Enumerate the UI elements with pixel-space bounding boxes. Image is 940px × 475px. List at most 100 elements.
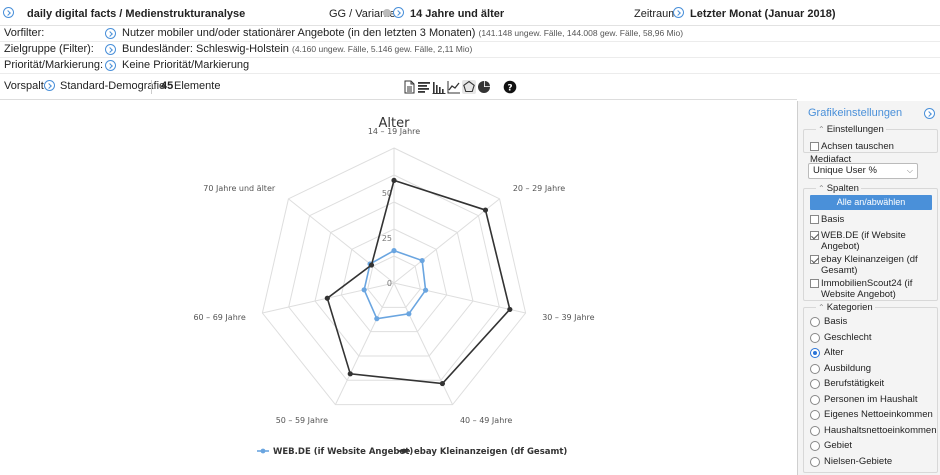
data-point — [507, 306, 513, 313]
spalten-checkbox-label: ImmobilienScout24 (if Website Angebot) — [821, 278, 913, 300]
radar-chart-icon[interactable] — [462, 80, 476, 94]
kategorie-radio[interactable]: Haushaltsnettoeinkommen — [810, 425, 936, 436]
category-label: 70 Jahre und älter — [203, 184, 276, 193]
svg-text:?: ? — [507, 83, 512, 93]
kategorien-legend: Kategorien — [816, 302, 875, 313]
prioritaet-select-icon[interactable] — [105, 60, 116, 71]
vorfilter-row: Vorfilter: Nutzer mobiler und/oder stati… — [0, 26, 940, 42]
mediafact-select[interactable]: Unique User % ⌵ — [808, 163, 918, 179]
vorspalte-select-icon[interactable] — [44, 80, 55, 91]
vorspalte-value: Standard-Demografie — [60, 80, 166, 92]
vorfilter-note: (141.148 ungew. Fälle, 144.008 gew. Fäll… — [478, 28, 684, 38]
legend-marker — [401, 448, 407, 454]
legend-label: ebay Kleinanzeigen (df Gesamt) — [414, 447, 567, 457]
element-count: 45 — [161, 80, 174, 92]
zielgruppe-note: (4.160 ungew. Fälle, 5.146 gew. Fälle, 2… — [292, 44, 473, 54]
line-chart-icon[interactable] — [447, 80, 461, 94]
text-align-icon[interactable] — [417, 80, 431, 94]
kategorie-radio[interactable]: Alter — [810, 347, 844, 358]
zielgruppe-value-wrap: Bundesländer: Schleswig-Holstein (4.160 … — [122, 42, 472, 57]
category-label: 40 – 49 Jahre — [460, 416, 512, 425]
info-icon[interactable] — [383, 9, 391, 17]
toggle-all-button[interactable]: Alle an/abwählen — [810, 195, 932, 210]
achsen-tauschen-box[interactable] — [810, 142, 819, 151]
settings-panel: Grafikeinstellungen Einstellungen Achsen… — [797, 101, 940, 475]
spalten-checkbox-box[interactable] — [810, 279, 819, 288]
data-point — [482, 207, 489, 213]
kategorie-radio-dot[interactable] — [810, 425, 820, 436]
kategorie-radio-dot[interactable] — [810, 317, 820, 327]
zielgruppe-row: Zielgruppe (Filter): Bundesländer: Schle… — [0, 42, 940, 58]
kategorie-radio[interactable]: Ausbildung — [810, 363, 871, 374]
data-point — [347, 371, 353, 377]
kategorie-radio-label: Alter — [824, 347, 844, 358]
kategorie-radio-dot[interactable] — [810, 348, 820, 358]
element-count-label: Elemente — [174, 80, 221, 92]
zeitraum-value: Letzter Monat (Januar 2018) — [690, 8, 836, 20]
divider — [151, 80, 152, 94]
kategorie-radio[interactable]: Basis — [810, 316, 847, 327]
prioritaet-value: Keine Priorität/Markierung — [122, 59, 250, 71]
kategorie-radio-dot[interactable] — [810, 363, 820, 374]
kategorie-radio[interactable]: Berufstätigkeit — [810, 378, 884, 389]
prioritaet-label: Priorität/Markierung: — [4, 59, 104, 71]
category-label: 20 – 29 Jahre — [513, 184, 565, 193]
vorfilter-label: Vorfilter: — [4, 27, 45, 39]
einstellungen-group: Einstellungen Achsen tauschen — [803, 124, 938, 153]
kategorie-radio-dot[interactable] — [810, 394, 820, 405]
category-label: 60 – 69 Jahre — [193, 313, 245, 322]
topbar-expand-icon[interactable] — [3, 7, 14, 18]
zielgruppe-select-icon[interactable] — [105, 44, 116, 55]
category-label: 14 – 19 Jahre — [368, 127, 420, 136]
kategorie-radio-dot[interactable] — [810, 441, 820, 451]
kategorie-radio-dot[interactable] — [810, 332, 820, 343]
panel-title: Grafikeinstellungen — [808, 107, 903, 119]
spalten-checkbox-box[interactable] — [810, 215, 819, 224]
help-icon[interactable]: ? — [503, 80, 517, 94]
document-icon[interactable] — [402, 80, 416, 94]
spalten-checkbox[interactable]: Basis — [810, 214, 930, 225]
panel-collapse-icon[interactable] — [924, 108, 935, 119]
kategorie-radio[interactable]: Eigenes Nettoeinkommen — [810, 409, 933, 420]
vorfilter-select-icon[interactable] — [105, 28, 116, 39]
top-bar: daily digital facts / Medienstrukturanal… — [0, 0, 940, 26]
kategorie-radio-label: Ausbildung — [824, 362, 872, 374]
spalten-checkbox-label: WEB.DE (if Website Angebot) — [821, 230, 906, 252]
tick-label: 25 — [382, 234, 392, 243]
grid-spoke — [393, 282, 454, 405]
kategorie-radio-dot[interactable] — [810, 379, 820, 389]
spalten-checkbox-box[interactable] — [810, 231, 819, 240]
kategorie-radio-label: Haushaltsnettoeinkommen — [824, 424, 937, 436]
page-title: daily digital facts / Medienstrukturanal… — [27, 8, 246, 20]
kategorie-radio[interactable]: Gebiet — [810, 440, 852, 451]
chart-area: Alter 14 – 19 Jahre 20 – 29 Jahre 30 – 39 J… — [0, 99, 797, 475]
spalten-checkbox-label: Basis — [821, 214, 845, 225]
kategorie-radio-dot[interactable] — [810, 410, 820, 420]
spalten-checkbox[interactable]: WEB.DE (if Website Angebot) — [810, 230, 930, 252]
vorspalte-row: Vorspalte: Standard-Demografie 45 Elemen… — [0, 76, 790, 96]
grid-spoke — [334, 282, 395, 405]
mediafact-value: Unique User % — [813, 165, 877, 176]
kategorie-radio-label: Personen im Haushalt — [824, 393, 918, 405]
kategorie-radio-dot[interactable] — [810, 456, 820, 467]
kategorie-radio[interactable]: Personen im Haushalt — [810, 394, 917, 405]
prioritaet-row: Priorität/Markierung: Keine Priorität/Ma… — [0, 58, 940, 74]
gg-select-icon[interactable] — [393, 7, 404, 18]
spalten-checkbox-box[interactable] — [810, 255, 819, 264]
kategorie-radio[interactable]: Nielsen-Gebiete — [810, 456, 892, 467]
achsen-tauschen-checkbox[interactable]: Achsen tauschen — [810, 141, 930, 152]
chevron-down-icon: ⌵ — [906, 166, 913, 175]
zeitraum-select-icon[interactable] — [673, 7, 684, 18]
category-label: 30 – 39 Jahre — [542, 313, 594, 322]
spalten-checkbox[interactable]: ebay Kleinanzeigen (df Gesamt) — [810, 254, 930, 276]
gg-value: 14 Jahre und älter — [410, 8, 505, 20]
kategorie-radio-label: Eigenes Nettoeinkommen — [824, 409, 933, 420]
zielgruppe-label: Zielgruppe (Filter): — [4, 43, 94, 55]
vorfilter-value: Nutzer mobiler und/oder stationärer Ange… — [122, 27, 476, 39]
kategorie-radio[interactable]: Geschlecht — [810, 332, 872, 343]
spalten-checkbox[interactable]: ImmobilienScout24 (if Website Angebot) — [810, 278, 930, 300]
kategorie-radio-label: Nielsen-Gebiete — [824, 455, 893, 467]
bar-chart-icon[interactable] — [432, 80, 446, 94]
pie-chart-icon[interactable] — [477, 80, 491, 94]
vorfilter-value-wrap: Nutzer mobiler und/oder stationärer Ange… — [122, 26, 683, 41]
